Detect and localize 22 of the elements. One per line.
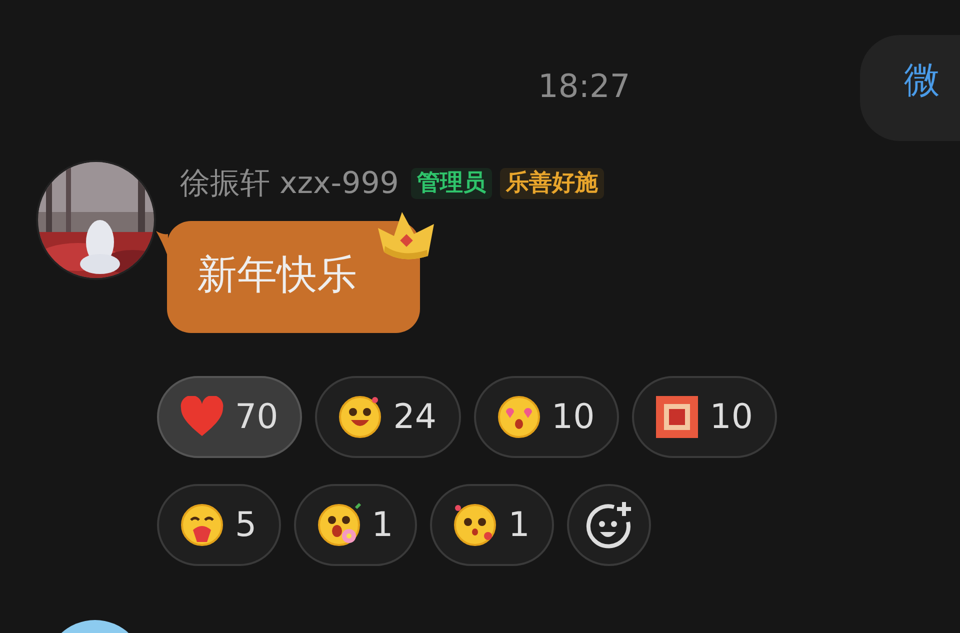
- message-bubble: 新年快乐: [167, 221, 420, 333]
- reaction-chip[interactable]: 10: [632, 376, 778, 458]
- emoji-icon: [452, 502, 498, 548]
- add-emoji-icon: [584, 500, 634, 550]
- emoji-icon: [496, 394, 542, 440]
- sticker-icon: [654, 394, 700, 440]
- message-time: 18:27: [538, 70, 630, 102]
- emoji-icon: [337, 394, 384, 440]
- message-bubble: 微: [860, 35, 960, 141]
- emoji-icon: [316, 502, 362, 548]
- heart-icon: [179, 396, 225, 438]
- reaction-chip[interactable]: 1: [294, 484, 418, 566]
- reaction-chip[interactable]: 70: [157, 376, 302, 458]
- user-tag: 管理员: [410, 168, 492, 199]
- sender-name: 徐振轩 xzx-999: [180, 168, 399, 198]
- reaction-chip[interactable]: 10: [474, 376, 619, 458]
- reaction-chip[interactable]: 5: [157, 484, 281, 566]
- reaction-chip[interactable]: 24: [315, 376, 461, 458]
- bubble-tail: [156, 231, 168, 257]
- emoji-icon: [179, 502, 225, 548]
- user-tag: 乐善好施: [500, 168, 604, 199]
- reaction-chip[interactable]: 1: [430, 484, 554, 566]
